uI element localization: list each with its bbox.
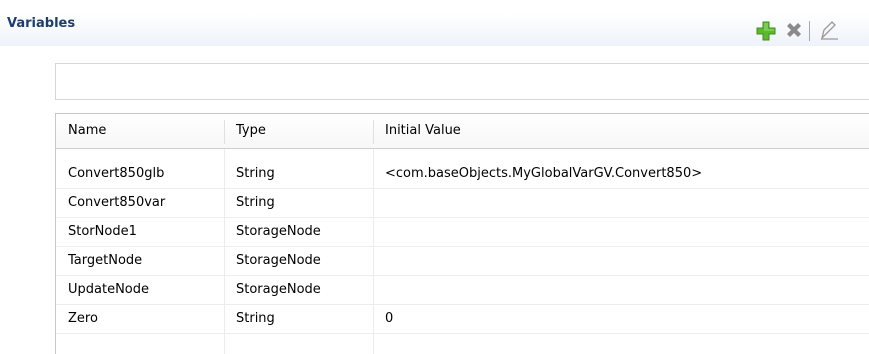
delete-x-icon: [787, 23, 801, 37]
cell-name: StorNode1: [68, 224, 137, 239]
add-variable-button[interactable]: [755, 20, 777, 42]
cell-initial-value: <com.baseObjects.MyGlobalVarGV.Convert85…: [385, 166, 703, 181]
table-row[interactable]: UpdateNode StorageNode: [56, 275, 869, 305]
panel-header: Variables: [0, 0, 869, 46]
filter-input[interactable]: [55, 63, 869, 100]
column-divider[interactable]: [373, 120, 374, 144]
cell-type: String: [236, 311, 275, 326]
plus-icon: [756, 21, 776, 41]
table-row[interactable]: Zero String 0: [56, 304, 869, 334]
cell-type: StorageNode: [236, 224, 321, 239]
column-gridline: [224, 149, 225, 354]
variables-table: Name Type Initial Value Convert850glb St…: [55, 113, 869, 354]
toolbar-separator: [809, 21, 810, 41]
cell-name: Convert850glb: [68, 166, 165, 181]
table-row[interactable]: Convert850var String: [56, 188, 869, 218]
cell-name: Convert850var: [68, 195, 166, 210]
cell-initial-value: 0: [385, 311, 394, 326]
table-row[interactable]: TargetNode StorageNode: [56, 246, 869, 276]
edit-icon: [820, 21, 838, 41]
table-row[interactable]: Convert850glb String <com.baseObjects.My…: [56, 159, 869, 189]
column-gridline: [373, 149, 374, 354]
column-header-initial-value[interactable]: Initial Value: [385, 114, 461, 148]
cell-type: String: [236, 166, 275, 181]
cell-type: String: [236, 195, 275, 210]
column-header-type[interactable]: Type: [236, 114, 266, 148]
column-divider[interactable]: [224, 120, 225, 144]
panel-title: Variables: [7, 16, 76, 31]
delete-variable-button[interactable]: [783, 20, 805, 42]
cell-name: Zero: [68, 311, 98, 326]
table-row[interactable]: StorNode1 StorageNode: [56, 217, 869, 247]
cell-type: StorageNode: [236, 253, 321, 268]
cell-name: UpdateNode: [68, 282, 150, 297]
cell-name: TargetNode: [68, 253, 143, 268]
edit-variable-button[interactable]: [818, 20, 840, 42]
cell-type: StorageNode: [236, 282, 321, 297]
table-header: Name Type Initial Value: [56, 114, 869, 149]
column-header-name[interactable]: Name: [68, 114, 106, 148]
